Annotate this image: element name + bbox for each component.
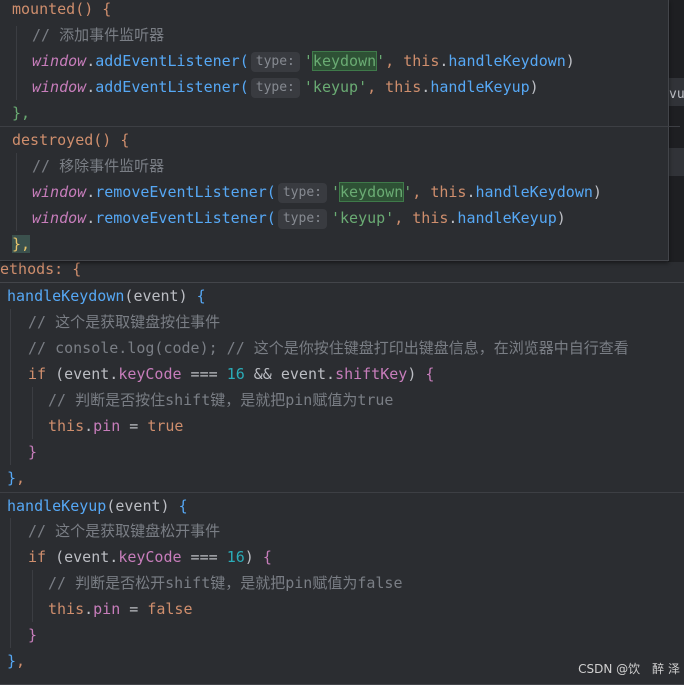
keydown-assign-line: this.pin = true (48, 417, 184, 435)
keyup-inner-comment: // 判断是否松开shift键，是就把pin赋值为false (48, 574, 403, 592)
destroyed-comment-line: // 移除事件监听器 (32, 157, 165, 175)
mounted-header-line: mounted() { (12, 0, 112, 18)
csdn-watermark: CSDN @饮 醉 泽 (578, 662, 680, 676)
keydown-inner-comment: // 判断是否按住shift键，是就把pin赋值为true (48, 391, 394, 409)
remove-keydown-line: window.removeEventListener(type:'keydown… (32, 182, 602, 203)
methods-code-snippet: handleKeydown(event) { // 这个是获取键盘按住事件 //… (0, 282, 684, 685)
keyup-if-close: } (28, 626, 38, 644)
destroyed-close-line: }, (12, 235, 31, 253)
keyup-header-line: handleKeyup(event) { (0, 492, 684, 519)
indent-guide (16, 153, 17, 231)
keydown-if-close: } (28, 443, 38, 461)
keydown-if-line: if (event.keyCode === 16 && event.shiftK… (28, 365, 435, 383)
mounted-comment-line: // 添加事件监听器 (32, 26, 165, 44)
keydown-header-line: handleKeydown(event) { (7, 287, 206, 305)
keydown-close-line: }, (7, 469, 26, 487)
indent-guide (32, 387, 33, 439)
keyup-assign-line: this.pin = false (48, 600, 193, 618)
add-keyup-line: window.addEventListener(type:'keyup', th… (32, 78, 539, 98)
destroyed-header-line: destroyed() { (0, 126, 680, 153)
indent-guide (16, 26, 17, 100)
parameter-hint: type: (277, 209, 327, 229)
lifecycle-code-snippet: mounted() { // 添加事件监听器 window.addEventLi… (0, 0, 680, 261)
keydown-comment-2: // console.log(code); // 这个是你按住键盘打印出键盘信息… (28, 339, 629, 357)
parameter-hint: type: (277, 183, 327, 203)
add-keydown-line: window.addEventListener(type:'keydown', … (32, 51, 575, 72)
mounted-close-line: }, (12, 104, 31, 122)
indent-guide (32, 570, 33, 622)
indent-guide (10, 518, 11, 648)
parameter-hint: type: (250, 78, 300, 98)
keydown-comment-1: // 这个是获取键盘按住事件 (28, 313, 221, 331)
keyup-if-line: if (event.keyCode === 16) { (28, 548, 272, 566)
keyup-comment-1: // 这个是获取键盘松开事件 (28, 522, 221, 540)
remove-keyup-line: window.removeEventListener(type:'keyup',… (32, 209, 566, 229)
indent-guide (10, 309, 11, 465)
parameter-hint: type: (250, 52, 300, 72)
